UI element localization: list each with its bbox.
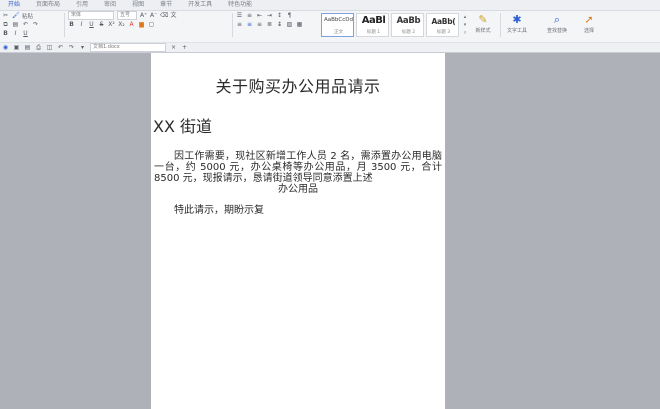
cut-icon[interactable]: ✂ (2, 12, 9, 19)
select-button[interactable]: ➚ 选择 (574, 13, 604, 39)
document-recipient[interactable]: XX 街道 (153, 113, 212, 137)
shading-icon[interactable]: ▨ (286, 21, 293, 28)
italic-icon[interactable]: I (12, 30, 19, 37)
find-replace-label: 查找替换 (546, 28, 567, 34)
document-title[interactable]: 关于购买办公用品请示 (151, 73, 445, 97)
line-spacing-icon[interactable]: ↨ (276, 21, 283, 28)
divider (64, 13, 65, 37)
tab-view[interactable]: 视图 (124, 0, 152, 10)
italic-icon[interactable]: I (78, 21, 85, 28)
align-center-icon[interactable]: ≡ (246, 21, 253, 28)
word-processor-window: 开始 页面布局 引用 审阅 视图 章节 开发工具 特色功能 ✂ 🖌 粘贴 ⧉ ▤… (0, 0, 660, 409)
style-caption: 标题 3 (436, 30, 451, 35)
style-heading-2[interactable]: AaBb 标题 2 (391, 13, 424, 37)
divider (500, 13, 501, 37)
increase-indent-icon[interactable]: ⇥ (266, 12, 273, 19)
align-right-icon[interactable]: ≡ (256, 21, 263, 28)
bullets-icon[interactable]: ☰ (236, 12, 243, 19)
more-icon[interactable]: ▾ (79, 44, 86, 51)
text-tools-label: 文字工具 (506, 28, 527, 34)
text-tools-icon: ✱ (512, 13, 522, 26)
style-sample: AaBb( (431, 17, 456, 26)
style-sample: AaBb (396, 16, 421, 26)
open-icon[interactable]: ▣ (13, 44, 20, 51)
char-border-icon[interactable]: ▢ (148, 21, 155, 28)
font-size-select[interactable]: 五号 (117, 11, 137, 20)
style-heading-1[interactable]: AaBl 标题 1 (356, 13, 389, 37)
document-body[interactable]: 因工作需要，现社区新增工作人员 2 名，需添置办公用电脑一台，约 5000 元，… (154, 151, 442, 195)
body-text-tail: 办公用品 (278, 184, 318, 195)
grow-font-icon[interactable]: A⁺ (140, 12, 147, 19)
style-caption: 标题 2 (401, 30, 416, 35)
paste-icon[interactable]: ▤ (12, 21, 19, 28)
undo-icon[interactable]: ↶ (22, 21, 29, 28)
style-sample: AaBbCcDd (324, 17, 353, 23)
ribbon: 开始 页面布局 引用 审阅 视图 章节 开发工具 特色功能 ✂ 🖌 粘贴 ⧉ ▤… (0, 0, 660, 53)
tab-developer[interactable]: 开发工具 (180, 0, 220, 10)
close-tab-icon[interactable]: × (170, 44, 177, 51)
document-closing[interactable]: 特此请示，期盼示复 (174, 201, 264, 216)
tab-section[interactable]: 章节 (152, 0, 180, 10)
paragraph-group: ☰ ≡ ⇤ ⇥ ↕ ¶ ≡ ≡ ≡ ≣ ↨ ▨ ▦ (236, 11, 318, 39)
numbering-icon[interactable]: ≡ (246, 12, 253, 19)
document-tab[interactable]: 文档1.docx (90, 43, 166, 52)
underline-icon[interactable]: U (88, 21, 95, 28)
undo-icon[interactable]: ↶ (57, 44, 64, 51)
redo-icon[interactable]: ↷ (32, 21, 39, 28)
strikethrough-icon[interactable]: S (98, 21, 105, 28)
new-tab-icon[interactable]: + (181, 44, 188, 51)
highlight-icon[interactable]: ▆ (138, 21, 145, 28)
superscript-icon[interactable]: X² (108, 21, 115, 28)
sort-icon[interactable]: ↕ (276, 12, 283, 19)
preview-icon[interactable]: ◫ (46, 44, 53, 51)
cursor-icon: ➚ (584, 13, 594, 26)
format-painter-icon[interactable]: 🖌 (12, 12, 20, 19)
quick-access-bar: ◉ ▣ ▤ ⎙ ◫ ↶ ↷ ▾ 文档1.docx × + (0, 42, 660, 52)
borders-icon[interactable]: ▦ (296, 21, 303, 28)
bold-icon[interactable]: B (2, 30, 9, 37)
tab-home[interactable]: 开始 (0, 0, 28, 10)
app-logo-icon[interactable]: ◉ (2, 44, 9, 51)
clipboard-group: ✂ 🖌 粘贴 ⧉ ▤ ↶ ↷ B I U (2, 11, 62, 39)
align-left-icon[interactable]: ≡ (236, 21, 243, 28)
text-tools-button[interactable]: ✱ 文字工具 (502, 13, 532, 39)
style-caption: 标题 1 (366, 30, 381, 35)
underline-icon[interactable]: U (22, 30, 29, 37)
tab-page-layout[interactable]: 页面布局 (28, 0, 68, 10)
style-normal[interactable]: AaBbCcDd 正文 (321, 13, 354, 37)
style-caption: 正文 (334, 30, 343, 35)
phonetic-icon[interactable]: 文 (170, 12, 177, 19)
tab-review[interactable]: 审阅 (96, 0, 124, 10)
tab-features[interactable]: 特色功能 (220, 0, 260, 10)
print-icon[interactable]: ⎙ (35, 44, 42, 51)
document-page[interactable]: 关于购买办公用品请示 XX 街道 因工作需要，现社区新增工作人员 2 名，需添置… (151, 53, 445, 409)
style-sample: AaBl (361, 15, 386, 26)
find-replace-button[interactable]: ⌕ 查找替换 (542, 13, 572, 39)
show-marks-icon[interactable]: ¶ (286, 12, 293, 19)
copy-icon[interactable]: ⧉ (2, 21, 9, 28)
divider (232, 13, 233, 37)
font-group: 宋体 五号 A⁺ A⁻ ⌫ 文 B I U S X² X₂ A ▆ ▢ (68, 11, 228, 39)
select-label: 选择 (583, 28, 594, 34)
decrease-indent-icon[interactable]: ⇤ (256, 12, 263, 19)
clear-format-icon[interactable]: ⌫ (160, 12, 168, 19)
style-gallery: AaBbCcDd 正文 AaBl 标题 1 AaBb 标题 2 AaBb( 标题… (321, 13, 461, 37)
justify-icon[interactable]: ≣ (266, 21, 273, 28)
search-icon: ⌕ (553, 13, 561, 26)
new-style-label: 新样式 (475, 28, 491, 34)
paste-label[interactable]: 粘贴 (22, 12, 33, 20)
bold-icon[interactable]: B (68, 21, 75, 28)
subscript-icon[interactable]: X₂ (118, 21, 125, 28)
style-heading-3[interactable]: AaBb( 标题 3 (426, 13, 459, 37)
body-text: 因工作需要，现社区新增工作人员 2 名，需添置办公用电脑一台，约 5000 元，… (154, 151, 442, 184)
new-style-button[interactable]: ✎ 新样式 (468, 13, 498, 39)
new-style-icon: ✎ (478, 13, 488, 26)
ribbon-tabs: 开始 页面布局 引用 审阅 视图 章节 开发工具 特色功能 (0, 0, 660, 11)
font-color-icon[interactable]: A (128, 21, 135, 28)
save-icon[interactable]: ▤ (24, 44, 31, 51)
shrink-font-icon[interactable]: A⁻ (150, 12, 157, 19)
font-name-select[interactable]: 宋体 (68, 11, 114, 20)
redo-icon[interactable]: ↷ (68, 44, 75, 51)
tab-references[interactable]: 引用 (68, 0, 96, 10)
